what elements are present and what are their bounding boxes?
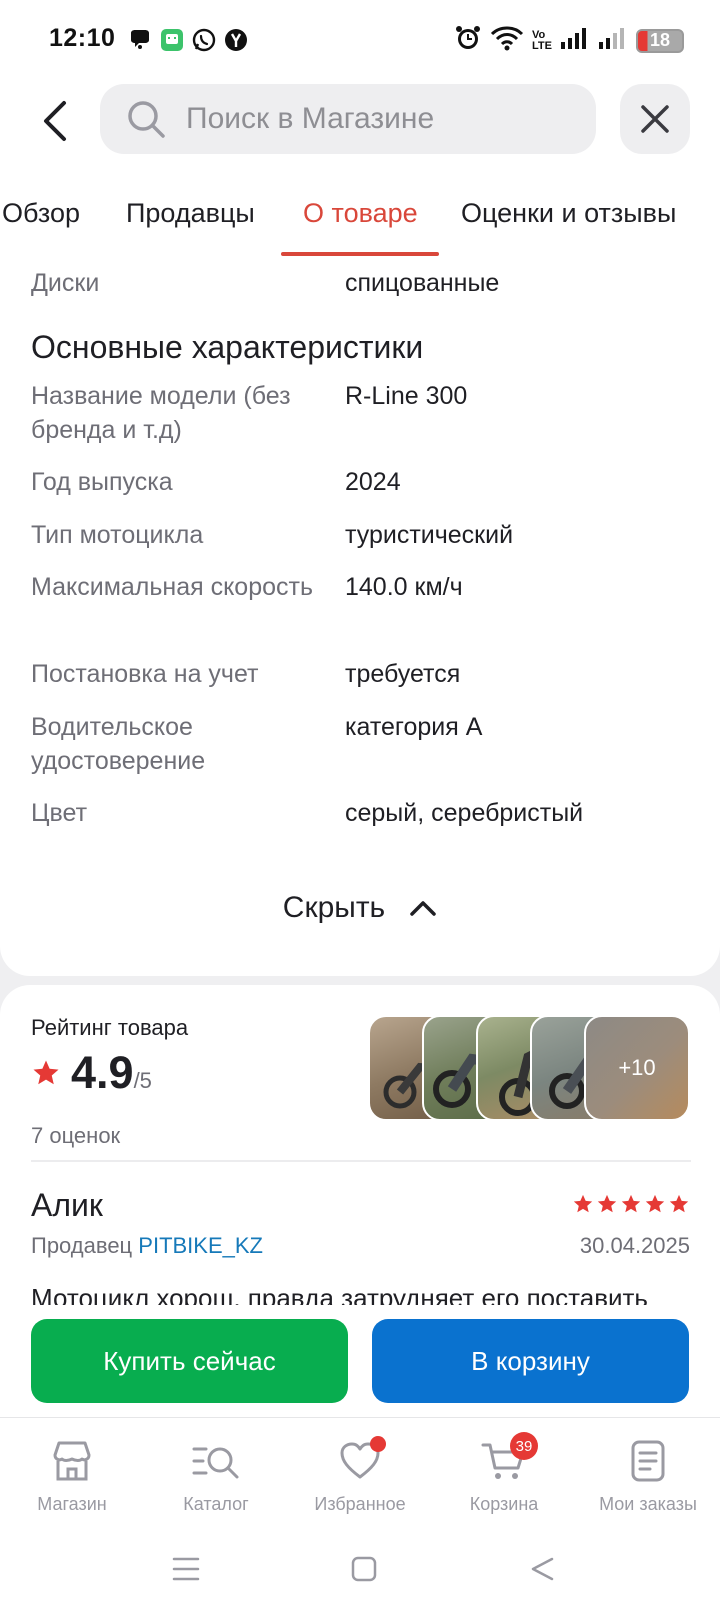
spec-value: 140.0 км/ч xyxy=(345,573,463,601)
status-time: 12:10 xyxy=(49,24,116,52)
spec-label: Максимальная скорость xyxy=(31,573,313,601)
star-icon xyxy=(645,1194,665,1213)
review-text: Мотоцикл хорош, правда затрудняет его по… xyxy=(31,1283,648,1305)
spec-label: Диски xyxy=(31,269,100,297)
bottom-nav: Магазин Каталог Избранное 39 Корзина Мои… xyxy=(0,1417,720,1529)
spec-value: серый, серебристый xyxy=(345,799,584,827)
divider xyxy=(31,1160,691,1162)
search-input[interactable] xyxy=(186,102,566,136)
whatsapp-icon xyxy=(192,28,216,52)
home-button[interactable] xyxy=(344,1549,384,1589)
clear-search-button[interactable] xyxy=(620,84,690,154)
product-tabs: Обзор Продавцы О товаре Оценки и отзывы xyxy=(0,172,720,256)
spec-value: спицованные xyxy=(345,269,500,297)
rating-title: Рейтинг товара xyxy=(31,1015,189,1040)
seller-prefix: Продавец xyxy=(31,1233,133,1258)
nav-label: Каталог xyxy=(183,1494,249,1514)
spec-label: Цвет xyxy=(31,799,88,827)
back-button[interactable] xyxy=(36,98,72,144)
star-icon xyxy=(669,1194,689,1213)
reviewer-name: Алик xyxy=(31,1187,103,1223)
orders-icon xyxy=(631,1440,665,1482)
tab-about-product[interactable]: О товаре xyxy=(303,198,418,229)
star-icon xyxy=(597,1194,617,1213)
spec-value: R-Line 300 xyxy=(345,382,468,410)
nav-label: Магазин xyxy=(37,1494,107,1514)
home-square-icon xyxy=(351,1556,377,1582)
spec-label: Тип мотоцикла xyxy=(31,521,204,549)
star-icon xyxy=(573,1194,593,1213)
star-icon xyxy=(33,1060,59,1085)
system-navigation-bar xyxy=(0,1529,720,1604)
tab-sellers[interactable]: Продавцы xyxy=(126,198,255,229)
spec-label: Постановка на учет xyxy=(31,660,259,688)
yandex-icon xyxy=(224,28,248,52)
rating-max: /5 xyxy=(133,1068,152,1093)
nav-label: Мои заказы xyxy=(599,1494,697,1514)
nav-item-catalog[interactable]: Каталог xyxy=(144,1436,288,1515)
review-text-container: Мотоцикл хорош, правда затрудняет его по… xyxy=(31,1281,691,1305)
nav-item-cart[interactable]: 39 Корзина xyxy=(432,1432,576,1515)
tab-reviews[interactable]: Оценки и отзывы xyxy=(461,198,676,229)
rating-summary: 4.9 /5 xyxy=(31,1047,152,1099)
action-bar: Купить сейчас В корзину xyxy=(0,1305,720,1417)
rating-count: 7 оценок xyxy=(31,1123,121,1148)
spec-label: Водительское удостоверение xyxy=(31,713,206,775)
spec-label: Название модели (без бренда и т.д) xyxy=(31,382,291,444)
back-triangle-icon xyxy=(531,1557,554,1581)
status-bar: 12:10 Vo LTE 18 xyxy=(0,0,720,80)
search-box[interactable] xyxy=(100,84,596,154)
specs-card: Диски спицованные Основные характеристик… xyxy=(0,256,720,976)
spec-value: категория А xyxy=(345,713,483,741)
menu-icon xyxy=(172,1557,200,1581)
review-seller: Продавец PITBIKE_KZ xyxy=(31,1233,263,1259)
review-stars xyxy=(572,1193,690,1215)
nav-label: Избранное xyxy=(314,1494,406,1514)
signal-icon-1 xyxy=(560,26,590,55)
star-icon xyxy=(621,1194,641,1213)
rating-value: 4.9 xyxy=(71,1047,134,1098)
spec-value: 2024 xyxy=(345,468,401,496)
review-photos[interactable]: +10 xyxy=(368,1015,690,1121)
spec-value: туристический xyxy=(345,521,514,549)
spec-label: Год выпуска xyxy=(31,468,173,496)
system-back-button[interactable] xyxy=(522,1549,562,1589)
spec-value: требуется xyxy=(345,660,461,688)
header xyxy=(0,80,720,172)
buy-now-button[interactable]: Купить сейчас xyxy=(31,1319,348,1403)
back-arrow-icon xyxy=(44,101,66,141)
nav-item-orders[interactable]: Мои заказы xyxy=(576,1436,720,1515)
battery-icon: 18 xyxy=(636,28,684,53)
nav-item-favorites[interactable]: Избранное xyxy=(288,1436,432,1515)
tab-overview[interactable]: Обзор xyxy=(2,198,80,229)
nav-item-store[interactable]: Магазин xyxy=(0,1436,144,1515)
recent-apps-button[interactable] xyxy=(166,1549,206,1589)
seller-link[interactable]: PITBIKE_KZ xyxy=(138,1233,263,1258)
wifi-icon xyxy=(490,25,524,56)
store-icon xyxy=(53,1441,91,1481)
chevron-up-icon xyxy=(410,901,436,916)
search-icon xyxy=(128,101,165,138)
add-to-cart-button[interactable]: В корзину xyxy=(372,1319,689,1403)
chat-bubble-icon xyxy=(128,28,152,52)
more-photos-button[interactable]: +10 xyxy=(584,1015,690,1121)
alarm-icon xyxy=(454,24,482,57)
hide-specs-button[interactable]: Скрыть xyxy=(0,878,720,938)
signal-icon-2 xyxy=(598,26,628,55)
volte-label: Vo LTE xyxy=(532,28,552,52)
close-icon xyxy=(641,105,669,133)
cart-badge: 39 xyxy=(510,1432,538,1460)
review-date: 30.04.2025 xyxy=(579,1233,690,1258)
catalog-search-icon xyxy=(192,1447,239,1479)
hide-label: Скрыть xyxy=(282,891,386,924)
system-status: Vo LTE 18 xyxy=(454,24,684,57)
nav-label: Корзина xyxy=(469,1494,539,1514)
notification-icons xyxy=(128,28,248,52)
favorites-dot xyxy=(370,1436,386,1452)
app-notification-icon xyxy=(160,28,184,52)
section-title: Основные характеристики xyxy=(31,329,424,365)
